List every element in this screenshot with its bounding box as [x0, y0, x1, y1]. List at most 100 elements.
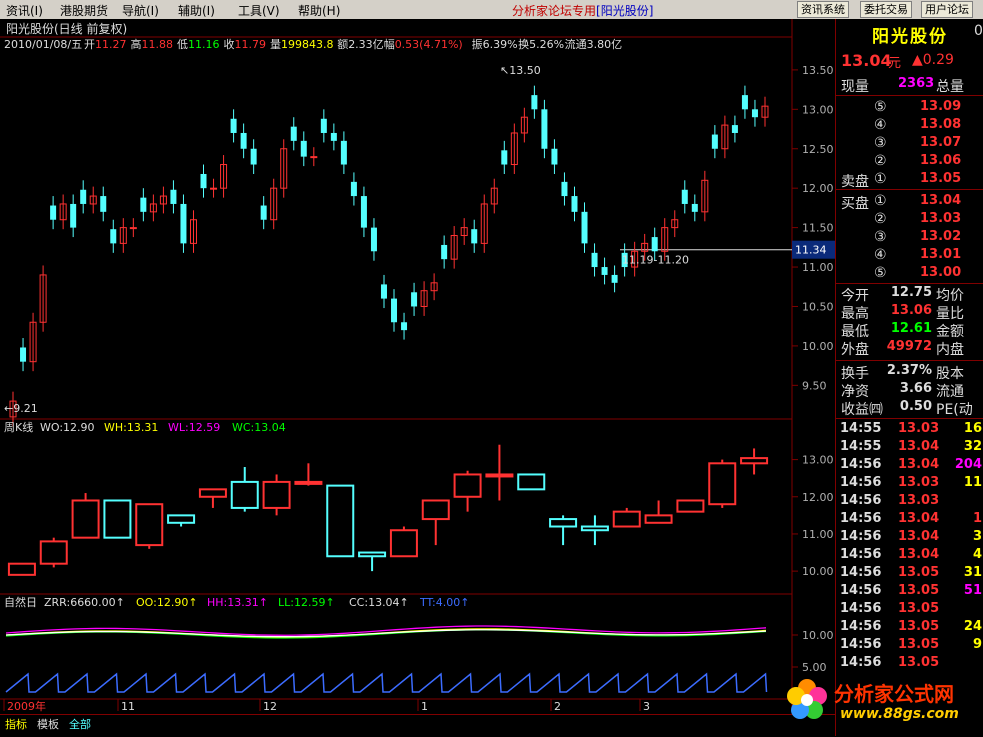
- stat-label: 外盘: [841, 342, 869, 358]
- tab-all[interactable]: 全部: [66, 717, 94, 732]
- quote-row: 14:56 13.05 51: [836, 583, 983, 601]
- daily-candle-body: [411, 292, 418, 307]
- tick-time: 14:56: [840, 511, 882, 526]
- weekly-candle-body: [580, 525, 609, 532]
- daily-candle-body: [320, 118, 327, 133]
- tick-time: 14:55: [840, 439, 882, 454]
- tick-time: 14:56: [840, 583, 882, 598]
- stat-right-label: 量比: [936, 306, 964, 322]
- quote-row: ⑤ 13.09: [836, 99, 983, 117]
- weekly-candle-body: [358, 551, 387, 558]
- tab-template[interactable]: 模板: [34, 717, 62, 732]
- now-volume: 2363: [898, 76, 935, 91]
- info-value: 11.27: [95, 38, 127, 51]
- y-tick-label: 11.50: [802, 222, 834, 235]
- daily-candle-body: [741, 95, 748, 110]
- sell-price: 13.05: [920, 171, 962, 186]
- stat-right-label: 金额: [936, 324, 964, 340]
- weekly-item: WC:13.04: [232, 421, 286, 434]
- daily-candle-body: [50, 205, 57, 220]
- quote-row: ② 13.06: [836, 153, 983, 171]
- tick-volume: 31: [963, 565, 982, 580]
- menu-item[interactable]: 导航(I): [122, 2, 159, 19]
- quote-row: 14:56 13.05 9: [836, 637, 983, 655]
- menu-item[interactable]: 辅助(I): [178, 2, 215, 19]
- tick-time: 14:56: [840, 619, 882, 634]
- daily-candle-body: [681, 189, 688, 204]
- weekly-candle-body: [135, 503, 164, 547]
- x-tick-label: 11: [121, 700, 135, 713]
- weekly-candle-body: [740, 457, 769, 465]
- order-index: ①: [874, 193, 887, 209]
- order-index: ③: [874, 135, 887, 151]
- stat-label: 最高: [841, 306, 869, 322]
- tick-price: 13.05: [898, 565, 940, 580]
- menu-bar: 资讯(I) 港股期货 导航(I) 辅助(I) 工具(V) 帮助(H) 分析家论坛…: [0, 0, 983, 20]
- tick-price: 13.04: [898, 529, 940, 544]
- info-label: 换: [518, 37, 529, 51]
- quote-row: 14:55 13.04 32: [836, 439, 983, 457]
- indicator-item: LL:12.59↑: [278, 596, 335, 609]
- y-tick-label: 10.50: [802, 300, 834, 313]
- tick-price: 13.05: [898, 619, 940, 634]
- daily-candle-body: [300, 140, 307, 157]
- menu-item[interactable]: 帮助(H): [298, 2, 340, 19]
- weekly-candle-body: [612, 510, 641, 528]
- info-system-button[interactable]: 资讯系统: [797, 1, 849, 18]
- quote-panel: 阳光股份 0 13.04 元 ▲0.29 现量 2363 总量 ⑤ 13.09 ④ 1…: [835, 19, 983, 736]
- weekly-candle-body: [326, 484, 355, 558]
- menu-item[interactable]: 港股期货: [60, 2, 108, 19]
- ind-y-tick: 10.00: [802, 629, 834, 642]
- weekly-candle-body: [198, 488, 227, 498]
- trade-button[interactable]: 委托交易: [860, 1, 912, 18]
- tick-time: 14:56: [840, 637, 882, 652]
- daily-candle-body: [541, 109, 548, 149]
- quote-row: ④ 13.01: [836, 247, 983, 265]
- stat-value: 12.61: [890, 321, 932, 336]
- info-label: 额: [337, 38, 348, 51]
- banner-stock: [阳光股份]: [596, 4, 654, 18]
- daily-candle-body: [70, 203, 77, 228]
- tick-price: 13.05: [898, 583, 940, 598]
- daily-candle-body: [250, 148, 257, 165]
- order-index: ⑤: [874, 99, 887, 115]
- order-index: ③: [874, 229, 887, 245]
- tick-price: 13.04: [898, 547, 940, 562]
- daily-candle-body: [260, 205, 267, 220]
- daily-candle-body: [691, 203, 698, 212]
- x-tick-label: 2: [554, 700, 561, 713]
- tick-time: 14:56: [840, 655, 882, 670]
- daily-candle-body: [100, 196, 107, 212]
- stat-right-label: 股本: [936, 366, 964, 382]
- tick-volume: 16: [963, 421, 982, 436]
- price-change: ▲0.29: [912, 52, 954, 68]
- daily-candle-body: [230, 118, 237, 133]
- volume-row: 现量 2363 总量: [836, 76, 983, 95]
- chart-area[interactable]: 13.50 13.00 12.50 12.00 11.50 11.00 10.50 10.00…: [0, 19, 835, 714]
- stock-name: 阳光股份: [872, 27, 948, 47]
- tick-time: 14:56: [840, 457, 882, 472]
- total-volume-label: 总量: [936, 79, 964, 95]
- daily-candle-body: [310, 156, 318, 159]
- menu-item[interactable]: 资讯(I): [6, 2, 43, 19]
- weekly-candle-body: [517, 473, 546, 491]
- sell-price: 13.06: [920, 153, 962, 168]
- y-tick-label: 13.00: [802, 103, 834, 116]
- sell-label: 卖盘: [841, 174, 869, 190]
- info-label: 幅: [384, 38, 395, 51]
- tick-time: 14:55: [840, 421, 882, 436]
- x-tick-label: 1: [421, 700, 428, 713]
- menu-item[interactable]: 工具(V): [238, 2, 280, 19]
- forum-button[interactable]: 用户论坛: [921, 1, 973, 18]
- daily-candle-body: [751, 109, 758, 118]
- banner-text: 分析家论坛专用: [512, 4, 597, 18]
- quote-row: 换手 2.37% 股本: [836, 363, 983, 382]
- weekly-candle-body: [262, 480, 291, 509]
- quote-row: 外盘 49972 内盘: [836, 339, 983, 358]
- info-value: 5.26%: [529, 38, 564, 51]
- stat-value: 13.06: [890, 303, 932, 318]
- quote-header: 阳光股份 0: [836, 21, 983, 47]
- tab-indicator[interactable]: 指标: [2, 717, 30, 732]
- buy-price: 13.02: [920, 229, 962, 244]
- quote-row: ③ 13.02: [836, 229, 983, 247]
